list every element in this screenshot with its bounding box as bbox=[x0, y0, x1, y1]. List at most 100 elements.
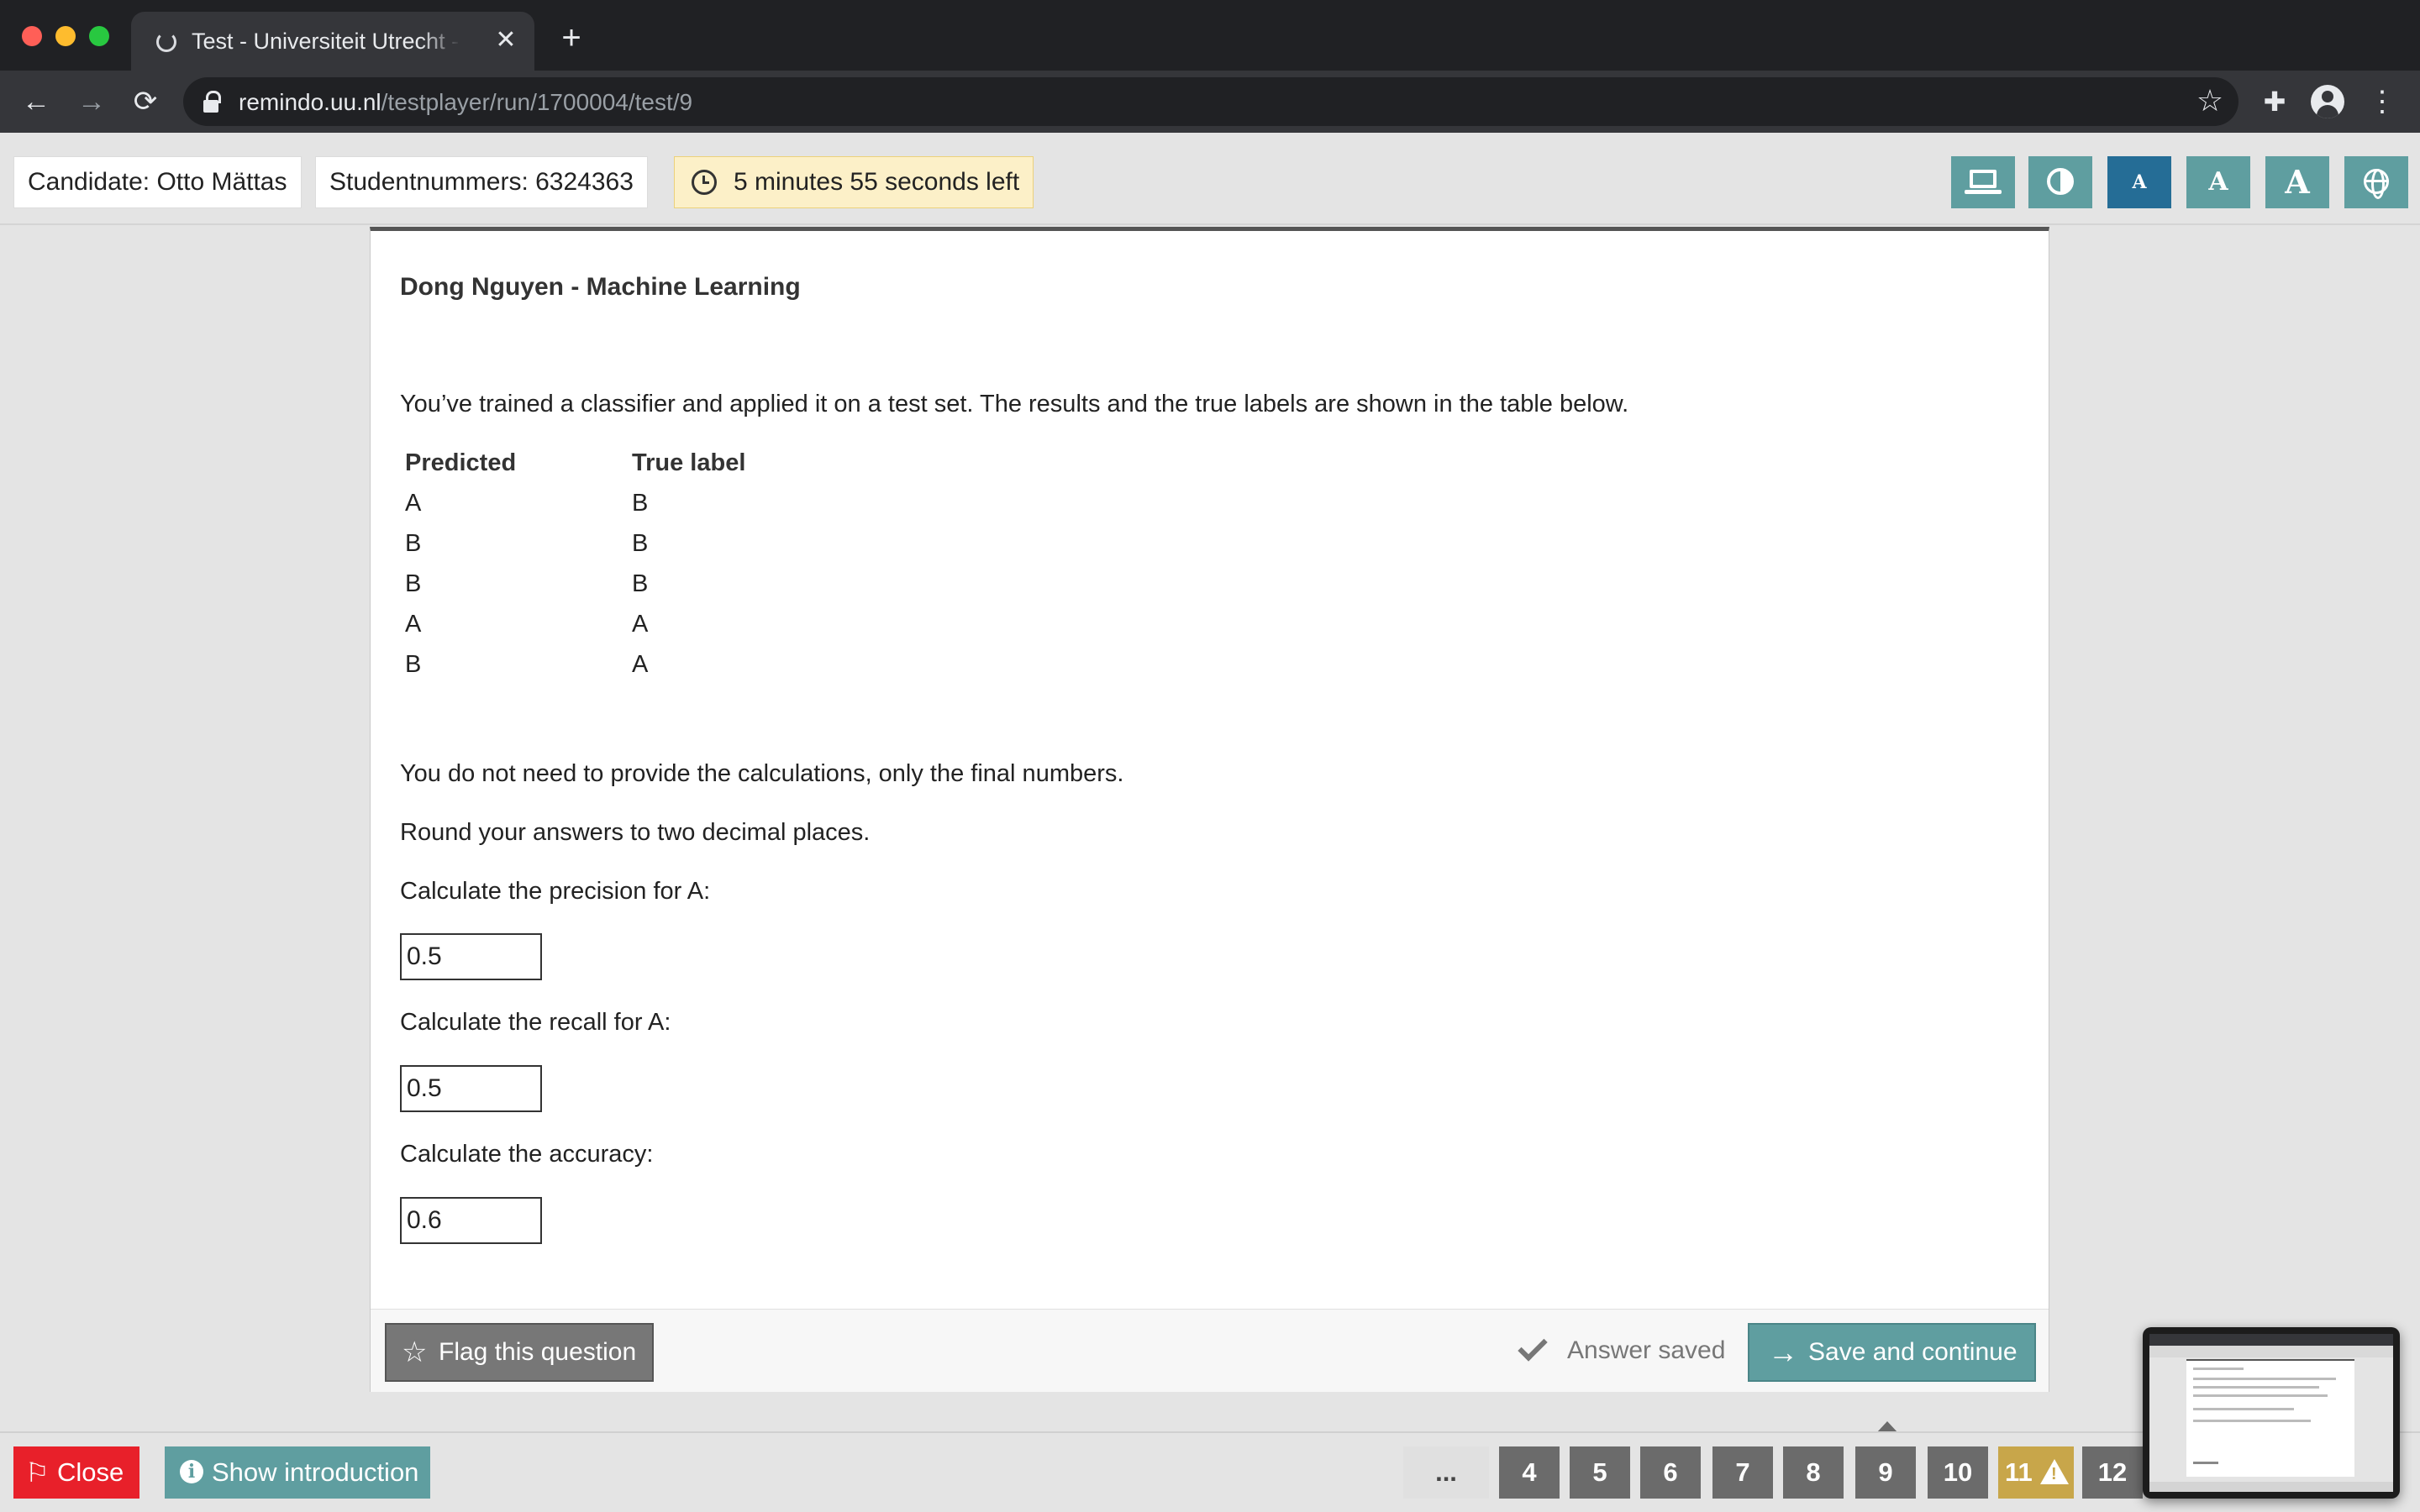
profile-icon[interactable] bbox=[2311, 85, 2344, 118]
tab-title: Test - Universiteit Utrecht - Remindo bbox=[192, 29, 460, 54]
close-button-label: Close bbox=[57, 1457, 124, 1487]
test-header: Candidate: Otto Mättas Studentnummers: 6… bbox=[0, 133, 2420, 225]
question-nav-more[interactable]: ... bbox=[1403, 1446, 1489, 1499]
table-row: A A bbox=[400, 604, 745, 644]
close-button[interactable]: ⚐ Close bbox=[13, 1446, 139, 1499]
flag-question-button[interactable]: ☆ Flag this question bbox=[385, 1323, 654, 1382]
instruction-calculations: You do not need to provide the calculati… bbox=[400, 760, 1124, 787]
thumbnail-line bbox=[2193, 1394, 2328, 1397]
table-row: A B bbox=[400, 483, 745, 523]
screenshot-thumbnail[interactable] bbox=[2143, 1327, 2400, 1499]
browser-toolbar: ← → ⟳ remindo.uu.nl/testplayer/run/17000… bbox=[0, 71, 2420, 133]
question-nav-4[interactable]: 4 bbox=[1499, 1446, 1560, 1499]
recall-input[interactable] bbox=[400, 1065, 542, 1112]
flag-button-label: Flag this question bbox=[439, 1338, 637, 1366]
flag-icon: ⚐ bbox=[25, 1457, 50, 1488]
save-button-label: Save and continue bbox=[1808, 1338, 2018, 1366]
browser-tab-bar: Test - Universiteit Utrecht - Remindo ✕ … bbox=[0, 0, 2420, 71]
recall-label: Calculate the recall for A: bbox=[400, 1009, 671, 1036]
question-nav-8[interactable]: 8 bbox=[1783, 1446, 1844, 1499]
table-header-row: Predicted True label bbox=[400, 443, 745, 483]
question-intro: You’ve trained a classifier and applied … bbox=[400, 391, 1629, 417]
question-nav-12[interactable]: 12 bbox=[2082, 1446, 2143, 1499]
candidate-name: Candidate: Otto Mättas bbox=[13, 156, 302, 208]
menu-icon[interactable]: ⋮ bbox=[2368, 84, 2396, 119]
font-size-large-button[interactable]: A bbox=[2265, 156, 2329, 208]
info-icon: i bbox=[180, 1460, 203, 1483]
thumbnail-line bbox=[2193, 1420, 2311, 1422]
window-close-dot[interactable] bbox=[22, 26, 42, 46]
answer-saved-text: Answer saved bbox=[1567, 1336, 1726, 1364]
globe-icon bbox=[2364, 169, 2389, 199]
forward-arrow-icon[interactable]: → bbox=[74, 84, 109, 119]
precision-label: Calculate the precision for A: bbox=[400, 878, 711, 905]
true-label-cell: A bbox=[632, 650, 649, 678]
true-label-cell: B bbox=[632, 489, 649, 517]
extensions-icon[interactable]: ✚ bbox=[2257, 84, 2292, 119]
save-and-continue-button[interactable]: → Save and continue bbox=[1748, 1323, 2036, 1382]
predicted-cell: B bbox=[405, 570, 422, 597]
instruction-rounding: Round your answers to two decimal places… bbox=[400, 819, 871, 846]
true-label-cell: A bbox=[632, 610, 649, 638]
timer-text: 5 minutes 55 seconds left bbox=[734, 168, 1020, 196]
monitor-icon bbox=[1965, 170, 2002, 194]
address-bar[interactable]: remindo.uu.nl/testplayer/run/1700004/tes… bbox=[183, 77, 2238, 126]
new-tab-icon[interactable]: + bbox=[555, 21, 588, 55]
contrast-button[interactable] bbox=[2028, 156, 2092, 208]
clock-icon bbox=[692, 170, 717, 195]
thumbnail-panel bbox=[2186, 1359, 2354, 1477]
question-nav-6[interactable]: 6 bbox=[1640, 1446, 1701, 1499]
question-nav-7[interactable]: 7 bbox=[1712, 1446, 1773, 1499]
table-row: B A bbox=[400, 644, 745, 685]
question-nav-10[interactable]: 10 bbox=[1928, 1446, 1988, 1499]
thumbnail-line bbox=[2193, 1386, 2319, 1389]
tab-close-icon[interactable]: ✕ bbox=[491, 24, 521, 57]
language-button[interactable] bbox=[2344, 156, 2408, 208]
lock-icon[interactable] bbox=[202, 91, 224, 114]
browser-tab[interactable]: Test - Universiteit Utrecht - Remindo ✕ bbox=[131, 12, 534, 71]
url-path: /testplayer/run/1700004/test/9 bbox=[381, 89, 693, 115]
accuracy-input[interactable] bbox=[400, 1197, 542, 1244]
question-nav-5[interactable]: 5 bbox=[1570, 1446, 1630, 1499]
url-text[interactable]: remindo.uu.nl/testplayer/run/1700004/tes… bbox=[239, 89, 692, 116]
star-outline-icon: ☆ bbox=[402, 1336, 428, 1368]
column-header-true-label: True label bbox=[632, 449, 746, 476]
window-minimize-dot[interactable] bbox=[55, 26, 76, 46]
question-nav-11-flagged[interactable]: 11 bbox=[1998, 1446, 2074, 1499]
student-number: Studentnummers: 6324363 bbox=[315, 156, 648, 208]
thumbnail-line bbox=[2193, 1408, 2294, 1410]
show-introduction-button[interactable]: i Show introduction bbox=[165, 1446, 430, 1499]
window-maximize-dot[interactable] bbox=[89, 26, 109, 46]
column-header-predicted: Predicted bbox=[405, 449, 517, 476]
contrast-icon bbox=[2047, 168, 2074, 195]
accuracy-label: Calculate the accuracy: bbox=[400, 1141, 654, 1168]
thumbnail-screen bbox=[2149, 1334, 2393, 1492]
precision-input[interactable] bbox=[400, 933, 542, 980]
question-nav-9-current[interactable]: 9 bbox=[1855, 1446, 1916, 1499]
predicted-cell: B bbox=[405, 650, 422, 678]
table-row: B B bbox=[400, 564, 745, 604]
timer-badge: 5 minutes 55 seconds left bbox=[674, 156, 1034, 208]
question-panel: Dong Nguyen - Machine Learning You’ve tr… bbox=[370, 227, 2049, 1392]
true-label-cell: B bbox=[632, 570, 649, 597]
bottom-navigation-bar: ⚐ Close i Show introduction ... 4 5 6 7 … bbox=[0, 1431, 2420, 1512]
table-row: B B bbox=[400, 523, 745, 564]
true-label-cell: B bbox=[632, 529, 649, 557]
thumbnail-line bbox=[2193, 1462, 2218, 1464]
url-host: remindo.uu.nl bbox=[239, 89, 381, 115]
font-size-small-button[interactable]: A bbox=[2107, 156, 2171, 208]
question-footer: ☆ Flag this question Answer saved → Save… bbox=[371, 1309, 2049, 1392]
predicted-cell: A bbox=[405, 489, 422, 517]
reload-icon[interactable]: ⟳ bbox=[128, 84, 163, 119]
question-title: Dong Nguyen - Machine Learning bbox=[400, 273, 801, 301]
font-size-medium-button[interactable]: A bbox=[2186, 156, 2250, 208]
back-arrow-icon[interactable]: ← bbox=[18, 84, 54, 119]
bookmark-star-icon[interactable]: ☆ bbox=[2191, 82, 2228, 119]
answer-saved-status: Answer saved bbox=[1522, 1336, 1725, 1365]
thumbnail-line bbox=[2193, 1368, 2244, 1370]
results-table: Predicted True label A B B B B B A A B A bbox=[400, 443, 745, 685]
arrow-right-icon: → bbox=[1768, 1335, 1798, 1369]
thumbnail-line bbox=[2193, 1378, 2336, 1380]
display-mode-button[interactable] bbox=[1951, 156, 2015, 208]
thumbnail-browser-bar bbox=[2149, 1334, 2393, 1346]
